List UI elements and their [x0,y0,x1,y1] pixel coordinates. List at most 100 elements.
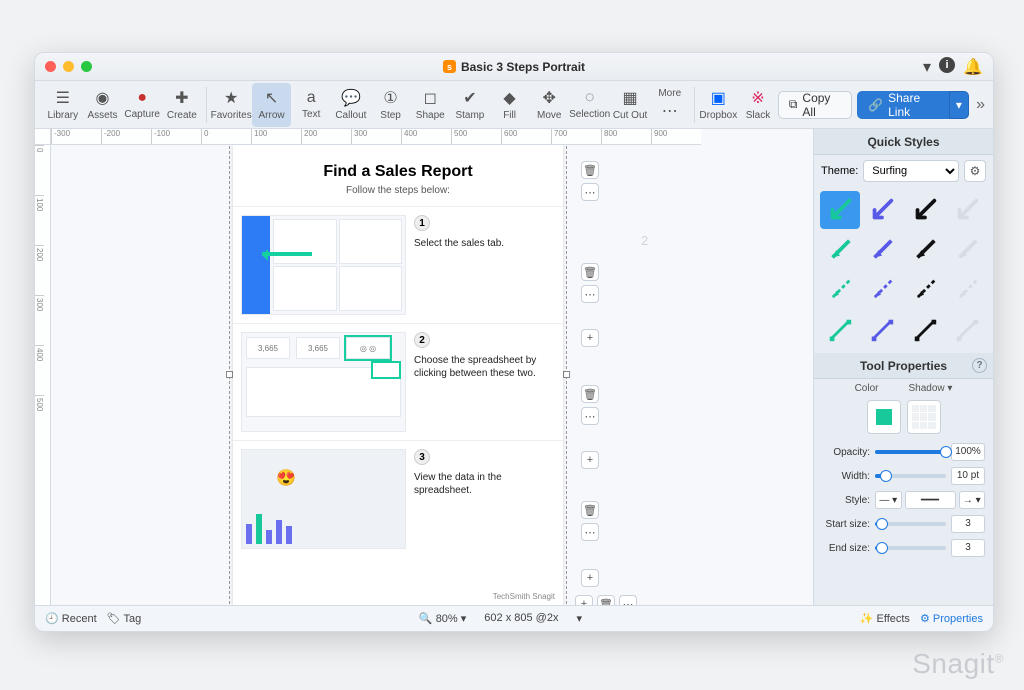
stamp-tool[interactable]: ✔Stamp [450,83,490,127]
assets-button[interactable]: ◉Assets [83,83,123,127]
style-10[interactable] [862,271,902,309]
create-button[interactable]: ✚Create [162,83,202,127]
cloud-icon[interactable]: ▾ [923,57,931,77]
step-2-number: 2 [414,332,430,348]
width-slider[interactable] [875,474,946,478]
endsize-label: End size: [822,543,870,554]
style-3[interactable] [905,191,945,229]
add-block[interactable]: + [581,451,599,469]
fill-tool[interactable]: ◆Fill [490,83,530,127]
style-15[interactable] [905,311,945,349]
copy-all-button[interactable]: ⧉Copy All [778,91,852,119]
bell-icon[interactable]: 🔔 [963,57,983,77]
more-block[interactable]: ⋯ [581,183,599,201]
shadow-picker[interactable] [907,400,941,434]
style-13[interactable] [820,311,860,349]
shape-tool[interactable]: ◻Shape [410,83,450,127]
add-block[interactable]: + [581,329,599,347]
callout-tool[interactable]: 💬Callout [331,83,371,127]
step-2-desc: Choose the spreadsheet by clicking betwe… [414,354,555,380]
canvas[interactable]: 2 Find a Sales Report Follow the steps b… [51,145,813,605]
style-2[interactable] [862,191,902,229]
delete-block[interactable]: 🗑 [581,385,599,403]
capture-label: Capture [124,109,160,120]
window-close[interactable] [45,61,56,72]
move-tool[interactable]: ✥Move [529,83,569,127]
effects-button[interactable]: ✨ Effects [860,612,910,625]
arrow-tool[interactable]: ↖Arrow [252,83,292,127]
handle-w[interactable] [226,371,233,378]
color-swatch[interactable] [867,400,901,434]
style-6[interactable] [862,231,902,269]
shadow-label[interactable]: Shadow ▾ [908,383,952,394]
opacity-slider[interactable] [875,450,946,454]
text-tool[interactable]: aText [291,83,331,127]
style-12[interactable] [947,271,987,309]
endsize-slider[interactable] [875,546,946,550]
dropbox-label: Dropbox [699,110,737,121]
overflow-icon[interactable]: » [976,96,985,114]
more-label: More [658,88,681,99]
copy-icon: ⧉ [789,97,798,112]
doc-icon: s [443,60,456,73]
capture-button[interactable]: ●Capture [122,83,162,127]
startsize-value[interactable]: 3 [951,515,985,533]
more-block[interactable]: ⋯ [581,285,599,303]
properties-button[interactable]: ⚙ Properties [920,612,983,625]
dims-dropdown[interactable]: ▾ [576,612,582,625]
dash-style-select[interactable]: ━━━ [905,491,956,509]
more-tools[interactable]: More⋯ [650,83,690,127]
step-3: 😍 3 View the data in the spreadsheet. [233,440,563,557]
add-block[interactable]: + [575,595,593,605]
dropbox-share[interactable]: ▣Dropbox [698,83,738,127]
library-button[interactable]: ☰Library [43,83,83,127]
shape-label: Shape [416,110,445,121]
zoom-control[interactable]: 🔍 80% ▾ [419,612,466,625]
favorites-tool[interactable]: ★Favorites [211,83,252,127]
width-value[interactable]: 10 pt [951,467,985,485]
theme-select[interactable]: Surfing [863,160,959,182]
opacity-value[interactable]: 100% [951,443,985,461]
add-block[interactable]: + [581,569,599,587]
info-icon[interactable]: i [939,57,955,73]
more-block[interactable]: ⋯ [619,595,637,605]
share-link-button[interactable]: 🔗Share Link [857,91,949,119]
delete-block[interactable]: 🗑 [581,501,599,519]
handle-e[interactable] [563,371,570,378]
more-block[interactable]: ⋯ [581,407,599,425]
delete-block[interactable]: 🗑 [581,161,599,179]
style-9[interactable] [820,271,860,309]
style-5[interactable] [820,231,860,269]
share-link-dropdown[interactable]: ▾ [949,91,969,119]
step-2: 3,6653,665◎ ◎ 2 Choose the spreadsheet b… [233,323,563,440]
startsize-slider[interactable] [875,522,946,526]
style-8[interactable] [947,231,987,269]
step-tool[interactable]: ①Step [371,83,411,127]
line-style-select[interactable]: — ▾ [875,491,902,509]
style-16[interactable] [947,311,987,349]
endsize-value[interactable]: 3 [951,539,985,557]
callout-label: Callout [335,110,366,121]
theme-settings[interactable]: ⚙ [964,160,986,182]
slack-share[interactable]: ※Slack [738,83,778,127]
ghost-marker: 2 [641,233,648,248]
style-1[interactable] [820,191,860,229]
tag-button[interactable]: 🏷 Tag [107,612,142,625]
dimensions: 602 x 805 @2x [484,612,558,625]
favorites-label: Favorites [211,110,252,121]
more-block[interactable]: ⋯ [581,523,599,541]
cutout-tool[interactable]: ▦Cut Out [610,83,650,127]
selection-tool[interactable]: ◌Selection [569,83,610,127]
window-maximize[interactable] [81,61,92,72]
delete-block[interactable]: 🗑 [597,595,615,605]
style-7[interactable] [905,231,945,269]
help-icon[interactable]: ? [972,358,987,373]
recent-button[interactable]: 🕘 Recent [45,612,97,625]
end-style-select[interactable]: → ▾ [959,491,986,509]
style-4[interactable] [947,191,987,229]
document[interactable]: Find a Sales Report Follow the steps bel… [233,145,563,605]
window-minimize[interactable] [63,61,74,72]
style-14[interactable] [862,311,902,349]
style-11[interactable] [905,271,945,309]
delete-block[interactable]: 🗑 [581,263,599,281]
